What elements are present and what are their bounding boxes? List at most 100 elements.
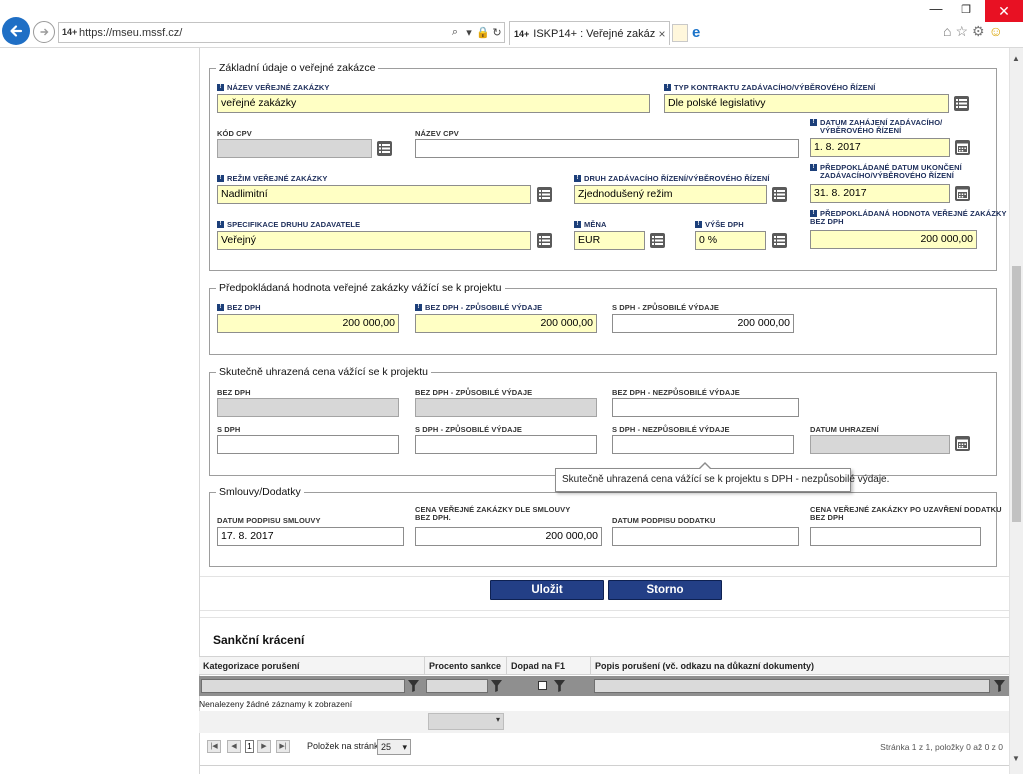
cpv-name-input[interactable] bbox=[415, 139, 799, 158]
s2-with-vat-eligible-label: S DPH - ZPŮSOBILÉ VÝDAJE bbox=[612, 303, 720, 312]
next-page-button[interactable]: ▶ bbox=[257, 740, 271, 753]
dropdown-icon[interactable]: ▾ bbox=[462, 26, 476, 39]
favorites-star-icon[interactable]: ☆ bbox=[955, 23, 968, 40]
save-button[interactable]: Uložit bbox=[490, 580, 604, 600]
filter-input-description[interactable] bbox=[594, 679, 990, 693]
last-page-button[interactable]: ▶| bbox=[276, 740, 290, 753]
filter-input-percent[interactable] bbox=[426, 679, 488, 693]
column-header-sanction-percent[interactable]: Procento sankce bbox=[425, 657, 507, 675]
end-date-calendar-button[interactable] bbox=[955, 186, 970, 201]
amendment-price-input[interactable] bbox=[810, 527, 981, 546]
currency-input[interactable]: EUR bbox=[574, 231, 645, 250]
url-text[interactable]: https://mseu.mssf.cz/ bbox=[79, 27, 448, 39]
current-page-input[interactable]: 1 bbox=[245, 740, 254, 753]
forward-button[interactable] bbox=[33, 21, 55, 43]
basic-info-legend: Základní údaje o veřejné zakázce bbox=[219, 62, 376, 74]
regime-input[interactable]: Nadlimitní bbox=[217, 185, 531, 204]
filter-funnel-icon[interactable] bbox=[408, 680, 419, 692]
contracting-spec-input[interactable]: Veřejný bbox=[217, 231, 531, 250]
filter-checkbox-f1[interactable] bbox=[538, 681, 547, 690]
end-date-input[interactable]: 31. 8. 2017 bbox=[810, 184, 950, 203]
filter-funnel-icon[interactable] bbox=[554, 680, 565, 692]
s3-without-vat-input[interactable] bbox=[217, 398, 399, 417]
s3-without-vat-label: BEZ DPH bbox=[217, 388, 251, 397]
cancel-button[interactable]: Storno bbox=[608, 580, 722, 600]
address-bar[interactable]: 14+ https://mseu.mssf.cz/ ⌕ ▾ 🔒 ↻ bbox=[58, 22, 505, 43]
required-icon: ! bbox=[810, 119, 817, 126]
smiley-icon[interactable]: ☺ bbox=[989, 23, 1003, 40]
list-icon bbox=[539, 190, 550, 199]
first-page-button[interactable]: |◀ bbox=[207, 740, 221, 753]
s2-without-vat-eligible-input[interactable]: 200 000,00 bbox=[415, 314, 597, 333]
s3-with-vat-label: S DPH bbox=[217, 425, 241, 434]
contracting-spec-list-button[interactable] bbox=[537, 233, 552, 248]
per-page-select[interactable]: 25 ▾ bbox=[377, 739, 411, 755]
start-date-label: ! DATUM ZAHÁJENÍ ZADÁVACÍHO/VÝBĚROVÉHO ŘÍ… bbox=[810, 119, 942, 135]
s3-with-vat-ineligible-input[interactable] bbox=[612, 435, 794, 454]
s3-with-vat-ineligible-label: S DPH - NEZPŮSOBILÉ VÝDAJE bbox=[612, 425, 730, 434]
refresh-icon[interactable]: ↻ bbox=[490, 26, 504, 39]
page-scrollbar[interactable]: ▲ ▼ bbox=[1009, 48, 1023, 774]
calendar-icon bbox=[957, 189, 968, 199]
estimated-project-value-legend: Předpokládaná hodnota veřejné zakázky vá… bbox=[219, 282, 502, 294]
s3-with-vat-eligible-input[interactable] bbox=[415, 435, 597, 454]
contract-signing-date-input[interactable]: 17. 8. 2017 bbox=[217, 527, 404, 546]
cpv-code-list-button[interactable] bbox=[377, 141, 392, 156]
s3-with-vat-input[interactable] bbox=[217, 435, 399, 454]
s3-without-vat-ineligible-input[interactable] bbox=[612, 398, 799, 417]
sanctions-grid-title: Sankční krácení bbox=[213, 633, 305, 647]
filter-input-category[interactable] bbox=[201, 679, 405, 693]
scrollbar-thumb[interactable] bbox=[1012, 266, 1021, 522]
start-date-input[interactable]: 1. 8. 2017 bbox=[810, 138, 950, 157]
column-header-description[interactable]: Popis porušení (vč. odkazu na důkazní do… bbox=[591, 657, 1009, 675]
home-icon[interactable]: ⌂ bbox=[943, 23, 951, 40]
gear-icon[interactable]: ⚙ bbox=[972, 23, 985, 40]
contract-type-list-button[interactable] bbox=[954, 96, 969, 111]
filter-funnel-icon[interactable] bbox=[491, 680, 502, 692]
contract-type-input[interactable]: Dle polské legislativy bbox=[664, 94, 949, 113]
grid-footer-combo[interactable]: ▾ bbox=[428, 713, 504, 730]
close-window-button[interactable]: ✕ bbox=[985, 0, 1023, 22]
amendment-signing-date-input[interactable] bbox=[612, 527, 799, 546]
s2-without-vat-eligible-label: ! BEZ DPH - ZPŮSOBILÉ VÝDAJE bbox=[415, 304, 542, 312]
browser-tab[interactable]: 14+ ISKP14+ : Veřejné zakázky × bbox=[509, 21, 670, 45]
payment-date-input[interactable] bbox=[810, 435, 950, 454]
tab-favicon: 14+ bbox=[514, 28, 530, 39]
scroll-down-icon[interactable]: ▼ bbox=[1012, 754, 1020, 763]
per-page-label: Položek na stránku bbox=[307, 741, 384, 751]
close-tab-icon[interactable]: × bbox=[655, 27, 669, 41]
restore-button[interactable]: ❐ bbox=[952, 0, 980, 20]
procedure-type-list-button[interactable] bbox=[772, 187, 787, 202]
s2-without-vat-input[interactable]: 200 000,00 bbox=[217, 314, 399, 333]
procedure-type-input[interactable]: Zjednodušený režim bbox=[574, 185, 767, 204]
regime-list-button[interactable] bbox=[537, 187, 552, 202]
amendment-signing-date-label: DATUM PODPISU DODATKU bbox=[612, 516, 716, 525]
contract-name-input[interactable]: veřejné zakázky bbox=[217, 94, 650, 113]
filter-funnel-icon[interactable] bbox=[994, 680, 1005, 692]
end-date-label: ! PŘEDPOKLÁDANÉ DATUM UKONČENÍ ZADÁVACÍHO/… bbox=[810, 164, 962, 180]
column-header-f1-impact[interactable]: Dopad na F1 bbox=[507, 657, 591, 675]
separator-line bbox=[200, 765, 1009, 766]
back-button[interactable] bbox=[2, 17, 30, 45]
vat-rate-input[interactable]: 0 % bbox=[695, 231, 766, 250]
vat-rate-list-button[interactable] bbox=[772, 233, 787, 248]
column-header-violation-category[interactable]: Kategorizace porušení bbox=[199, 657, 425, 675]
s3-without-vat-eligible-label: BEZ DPH - ZPŮSOBILÉ VÝDAJE bbox=[415, 388, 533, 397]
scroll-up-icon[interactable]: ▲ bbox=[1012, 54, 1020, 63]
prev-page-button[interactable]: ◀ bbox=[227, 740, 241, 753]
contract-price-input[interactable]: 200 000,00 bbox=[415, 527, 602, 546]
minimize-button[interactable]: — bbox=[922, 0, 950, 20]
new-tab-button[interactable] bbox=[672, 24, 688, 42]
estimated-value-input[interactable]: 200 000,00 bbox=[810, 230, 977, 249]
list-icon bbox=[774, 236, 785, 245]
start-date-calendar-button[interactable] bbox=[955, 140, 970, 155]
currency-list-button[interactable] bbox=[650, 233, 665, 248]
search-icon[interactable]: ⌕ bbox=[448, 26, 462, 39]
lock-icon[interactable]: 🔒 bbox=[476, 26, 490, 39]
s2-with-vat-eligible-input[interactable]: 200 000,00 bbox=[612, 314, 794, 333]
s3-without-vat-eligible-input[interactable] bbox=[415, 398, 597, 417]
edge-icon[interactable]: e bbox=[692, 24, 708, 42]
cpv-code-input[interactable] bbox=[217, 139, 372, 158]
toolbar-icons: ⌂ ☆ ⚙ ☺ bbox=[943, 23, 1003, 40]
payment-date-calendar-button[interactable] bbox=[955, 436, 970, 451]
